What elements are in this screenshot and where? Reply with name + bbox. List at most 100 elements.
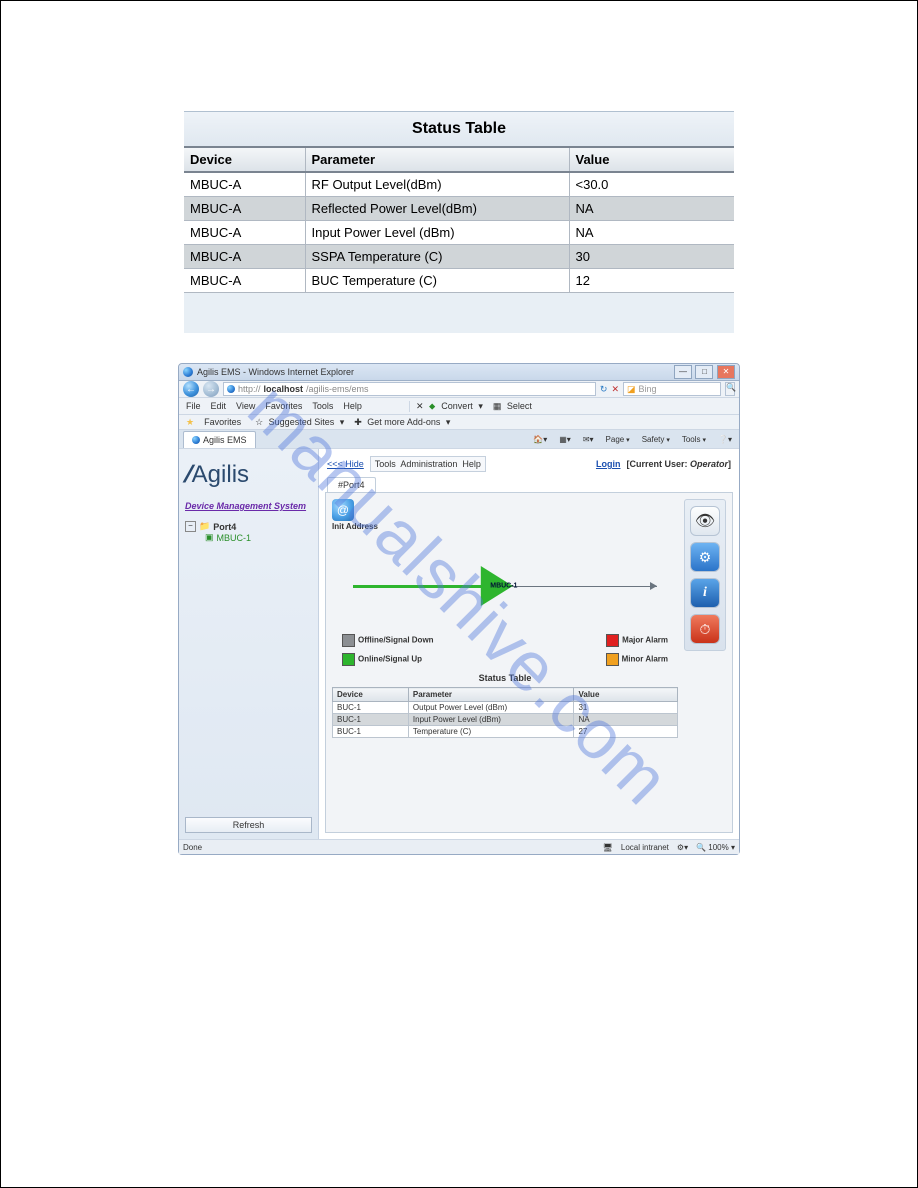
cell-value: <30.0 — [569, 172, 734, 197]
legend-offline: Offline/Signal Down — [358, 636, 434, 645]
info-button[interactable]: i — [690, 578, 720, 608]
table-row: BUC-1 Temperature (C) 27 — [333, 726, 678, 738]
swatch-online — [342, 653, 355, 666]
right-toolbar: 👁 ⚙ i ⏱ — [684, 499, 726, 651]
back-button[interactable]: ← — [183, 381, 199, 397]
cell-value: NA — [569, 221, 734, 245]
cell-parameter: Reflected Power Level(dBm) — [305, 197, 569, 221]
stop-icon[interactable]: ✕ — [611, 384, 619, 395]
refresh-button[interactable]: Refresh — [185, 817, 312, 833]
cell-parameter: Output Power Level (dBm) — [408, 702, 574, 714]
th-parameter: Parameter — [305, 147, 569, 172]
window-titlebar: Agilis EMS - Windows Internet Explorer —… — [179, 364, 739, 381]
alarm-button[interactable]: ⏱ — [690, 614, 720, 644]
app-menu-help[interactable]: Help — [462, 459, 481, 469]
feeds-icon[interactable]: ▦▾ — [556, 435, 574, 444]
minimize-button[interactable]: — — [674, 365, 692, 379]
browser-statusbar: Done 🖥 Local intranet ⚙▾ 🔍 100% ▾ — [179, 839, 739, 854]
page-menu[interactable]: Page — [603, 435, 633, 444]
view-button[interactable]: 👁 — [690, 506, 720, 536]
app-menu-admin[interactable]: Administration — [400, 459, 457, 469]
arrowhead-icon — [650, 582, 657, 590]
tools-menu[interactable]: Tools — [679, 435, 709, 444]
legend-minor: Minor Alarm — [622, 655, 668, 664]
th-value: Value — [569, 147, 734, 172]
gear-icon: ⚙ — [699, 549, 712, 566]
zone-icon: 🖥 — [603, 843, 613, 852]
select-button[interactable]: ▦ Select — [490, 401, 538, 412]
status-zone: Local intranet — [621, 843, 669, 852]
dms-link[interactable]: Device Management System — [185, 501, 312, 511]
favorites-label[interactable]: Favorites — [201, 417, 244, 427]
mail-icon[interactable]: ✉▾ — [580, 435, 597, 444]
suggested-sites-button[interactable]: ☆ Suggested Sites ▾ — [252, 417, 347, 428]
legend-online: Online/Signal Up — [358, 655, 422, 664]
menu-help[interactable]: Help — [340, 401, 365, 411]
th-value: Value — [574, 688, 678, 702]
cell-parameter: Temperature (C) — [408, 726, 574, 738]
folder-icon: 📁 — [199, 521, 210, 532]
cell-value: 30 — [569, 245, 734, 269]
swatch-minor — [606, 653, 619, 666]
table-row: MBUC-A RF Output Level(dBm) <30.0 — [184, 172, 734, 197]
main-panel: <<< Hide Tools Administration Help Login… — [319, 449, 739, 839]
amplifier-label: MBUC-1 — [490, 583, 517, 590]
menu-bar: File Edit View Favorites Tools Help ✕ ⬥C… — [179, 398, 739, 415]
app-menu-tools[interactable]: Tools — [375, 459, 396, 469]
menu-view[interactable]: View — [233, 401, 258, 411]
hide-link[interactable]: <<< Hide — [327, 459, 364, 469]
table-row: BUC-1 Input Power Level (dBm) NA — [333, 714, 678, 726]
table-row: MBUC-A Reflected Power Level(dBm) NA — [184, 197, 734, 221]
upper-status-block: Status Table Device Parameter Value MBUC… — [184, 111, 734, 333]
search-box[interactable]: ◪ Bing — [623, 382, 721, 396]
favorites-bar: ★ Favorites ☆ Suggested Sites ▾ ✚ Get mo… — [179, 415, 739, 430]
content-tab[interactable]: #Port4 — [327, 477, 376, 492]
settings-button[interactable]: ⚙ — [690, 542, 720, 572]
close-button[interactable]: ✕ — [717, 365, 735, 379]
at-icon: @ — [332, 499, 354, 521]
search-button[interactable]: 🔍 — [725, 382, 735, 396]
forward-button[interactable]: → — [203, 381, 219, 397]
table-row: MBUC-A BUC Temperature (C) 12 — [184, 269, 734, 293]
help-icon[interactable]: ❔▾ — [715, 435, 735, 444]
favorites-star-icon[interactable]: ★ — [183, 417, 197, 428]
menu-edit[interactable]: Edit — [208, 401, 230, 411]
menu-favorites[interactable]: Favorites — [262, 401, 305, 411]
safety-menu[interactable]: Safety — [639, 435, 673, 444]
convert-button[interactable]: ✕ ⬥Convert ▾ — [409, 401, 486, 412]
signal-diagram: MBUC-1 — [332, 541, 678, 631]
refresh-icon[interactable]: ↻ — [600, 384, 608, 395]
cell-device: MBUC-A — [184, 245, 305, 269]
navigation-bar: ← → http://localhost/agilis-ems/ems ↻ ✕ … — [179, 381, 739, 398]
menu-tools[interactable]: Tools — [309, 401, 336, 411]
current-user-label: [Current User: Operator] — [626, 459, 731, 469]
th-parameter: Parameter — [408, 688, 574, 702]
table-row: MBUC-A SSPA Temperature (C) 30 — [184, 245, 734, 269]
collapse-icon[interactable]: − — [185, 521, 196, 532]
tree-node-port[interactable]: − 📁 Port4 — [185, 521, 312, 532]
info-icon: i — [703, 585, 707, 601]
cell-value: 27 — [574, 726, 678, 738]
cell-device: MBUC-A — [184, 172, 305, 197]
browser-tab[interactable]: Agilis EMS — [183, 431, 256, 448]
login-link[interactable]: Login — [596, 459, 621, 469]
window-title: Agilis EMS - Windows Internet Explorer — [197, 367, 354, 377]
th-device: Device — [184, 147, 305, 172]
zoom-level[interactable]: 🔍 100% ▾ — [696, 843, 735, 852]
tree-node-device[interactable]: ▣ MBUC-1 — [185, 532, 312, 543]
legend-row-2: Online/Signal Up Minor Alarm — [332, 650, 678, 669]
browser-window: Agilis EMS - Windows Internet Explorer —… — [178, 363, 740, 855]
maximize-button[interactable]: □ — [695, 365, 713, 379]
swatch-offline — [342, 634, 355, 647]
cell-parameter: Input Power Level (dBm) — [305, 221, 569, 245]
tab-favicon — [192, 436, 200, 444]
menu-file[interactable]: File — [183, 401, 204, 411]
address-bar[interactable]: http://localhost/agilis-ems/ems — [223, 382, 596, 396]
get-addons-button[interactable]: ✚ Get more Add-ons ▾ — [351, 417, 453, 428]
legend-major: Major Alarm — [622, 636, 668, 645]
home-icon[interactable]: 🏠▾ — [530, 435, 550, 444]
tree-port-label: Port4 — [213, 522, 236, 532]
table-row: MBUC-A Input Power Level (dBm) NA — [184, 221, 734, 245]
device-icon: ▣ — [205, 532, 214, 543]
init-address-button[interactable]: @ Init Address — [332, 499, 678, 531]
